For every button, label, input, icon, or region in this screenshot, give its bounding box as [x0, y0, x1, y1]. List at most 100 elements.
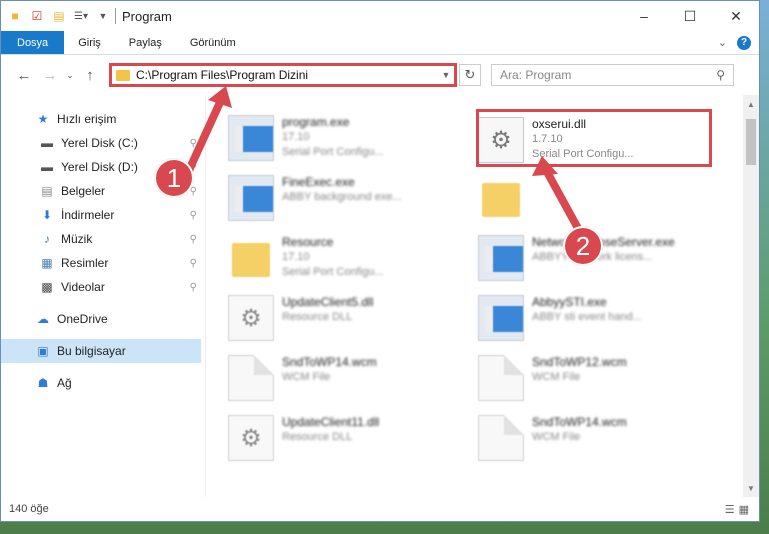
scroll-up-icon[interactable]: ▲ [743, 97, 759, 111]
minimize-button[interactable]: – [621, 1, 667, 31]
title-separator [115, 8, 116, 24]
sidebar-item-drive-c[interactable]: ▬ Yerel Disk (C:) ⚲ [1, 131, 205, 155]
sidebar-item-label: Bu bilgisayar [57, 344, 126, 358]
file-version: 17.10 [282, 251, 310, 263]
tab-share[interactable]: Paylaş [115, 31, 176, 54]
window-title: Program [122, 8, 172, 24]
file-name: NetworkLicenseServer.exe [532, 235, 675, 249]
sidebar-item-label: Resimler [61, 256, 109, 270]
file-item[interactable]: AbbyySTI.exe ABBY sti event hand... [478, 289, 718, 347]
video-icon: ▩ [41, 280, 53, 294]
search-icon[interactable]: ⚲ [716, 68, 725, 82]
sidebar-item-label: Hızlı erişim [57, 112, 117, 126]
title-bar: ■ ☑ ▤ ☰▾ ▼ Program – ☐ ✕ [1, 1, 759, 31]
file-icon [228, 355, 274, 401]
details-view-icon[interactable]: ☰ [725, 503, 735, 516]
address-bar[interactable]: C:\Program Files\Program Dizini ▼ [109, 63, 457, 87]
selection-highlight [476, 109, 712, 167]
sidebar-item-label: Videolar [61, 280, 105, 294]
maximize-button[interactable]: ☐ [667, 1, 713, 31]
file-description: ABBY sti event hand... [532, 311, 642, 323]
drive-icon: ▬ [41, 136, 53, 150]
file-name: UpdateClient11.dll [282, 415, 380, 429]
file-description: Resource DLL [282, 311, 353, 323]
properties-icon[interactable]: ☑ [29, 8, 45, 24]
file-name: SndToWP14.wcm [282, 355, 377, 369]
sidebar-item-label: Müzik [61, 232, 93, 246]
sidebar-item-downloads[interactable]: ⬇ İndirmeler ⚲ [1, 203, 205, 227]
file-name: SndToWP14.wcm [532, 415, 627, 429]
file-icon [478, 355, 524, 401]
view-switcher: ☰ ▦ [725, 503, 749, 516]
pin-icon[interactable]: ⚲ [190, 210, 197, 221]
sidebar-item-this-pc[interactable]: ▣ Bu bilgisayar [1, 339, 201, 363]
tab-home[interactable]: Giriş [64, 31, 115, 54]
file-description: WCM File [282, 371, 331, 383]
file-description: ABBY background exe... [282, 191, 402, 203]
chevron-down-icon[interactable]: ▼ [438, 70, 454, 80]
up-button[interactable]: ↑ [77, 62, 103, 88]
sidebar-item-onedrive[interactable]: ☁ OneDrive [1, 307, 205, 331]
pin-icon[interactable]: ⚲ [190, 258, 197, 269]
navigation-pane: ★ Hızlı erişim ▬ Yerel Disk (C:) ⚲ ▬ Yer… [1, 95, 206, 497]
item-count: 140 öğe [9, 503, 49, 515]
folder-icon [228, 235, 274, 281]
back-button[interactable]: ← [11, 62, 37, 88]
search-box[interactable]: Ara: Program ⚲ [491, 64, 734, 86]
file-item[interactable]: SndToWP14.wcm WCM File [228, 349, 468, 407]
file-item[interactable]: FineExec.exe ABBY background exe... [228, 169, 468, 227]
pin-icon[interactable]: ⚲ [190, 234, 197, 245]
file-item[interactable]: SndToWP12.wcm WCM File [478, 349, 718, 407]
sidebar-item-videos[interactable]: ▩ Videolar ⚲ [1, 275, 205, 299]
file-item[interactable]: SndToWP14.wcm WCM File [478, 409, 718, 467]
expand-ribbon-icon[interactable]: ⌄ [718, 36, 727, 49]
tab-file[interactable]: Dosya [1, 31, 65, 54]
customize-toolbar-icon[interactable]: ▼ [95, 8, 111, 24]
file-item[interactable]: Resource 17.10 Serial Port Configu... [228, 229, 468, 287]
file-item[interactable]: ⚙ UpdateClient11.dll Resource DLL [228, 409, 468, 467]
file-description: Serial Port Configu... [282, 266, 384, 278]
file-item[interactable]: . [478, 169, 718, 227]
file-name: AbbyySTI.exe [532, 295, 607, 309]
sidebar-item-label: Ağ [57, 376, 72, 390]
sidebar-item-network[interactable]: ☗ Ağ [1, 371, 205, 395]
help-icon[interactable]: ? [737, 35, 751, 50]
file-description: WCM File [532, 431, 581, 443]
file-description: Resource DLL [282, 431, 353, 443]
exe-icon [228, 115, 274, 161]
address-path[interactable]: C:\Program Files\Program Dizini [136, 68, 438, 82]
explorer-window: ■ ☑ ▤ ☰▾ ▼ Program – ☐ ✕ Dosya Giriş Pay… [0, 0, 760, 522]
file-item[interactable]: ⚙ UpdateClient5.dll Resource DLL [228, 289, 468, 347]
sidebar-item-music[interactable]: ♪ Müzik ⚲ [1, 227, 205, 251]
search-placeholder[interactable]: Ara: Program [500, 68, 571, 82]
file-name: SndToWP12.wcm [532, 355, 627, 369]
sidebar-item-pictures[interactable]: ▦ Resimler ⚲ [1, 251, 205, 275]
sidebar-item-quick-access[interactable]: ★ Hızlı erişim [1, 107, 205, 131]
pin-icon[interactable]: ⚲ [190, 138, 197, 149]
view-options-icon[interactable]: ☰▾ [73, 8, 89, 24]
star-icon: ★ [37, 112, 49, 126]
main-area: ★ Hızlı erişim ▬ Yerel Disk (C:) ⚲ ▬ Yer… [1, 95, 759, 497]
tab-view[interactable]: Görünüm [176, 31, 250, 54]
scroll-thumb[interactable] [746, 119, 756, 165]
pin-icon[interactable]: ⚲ [190, 282, 197, 293]
navigation-bar: ← → ⌄ ↑ C:\Program Files\Program Dizini … [1, 55, 759, 95]
new-folder-icon[interactable]: ▤ [51, 8, 67, 24]
file-name: UpdateClient5.dll [282, 295, 374, 309]
exe-icon [478, 235, 524, 281]
file-name: FineExec.exe [282, 175, 355, 189]
refresh-button[interactable]: ↻ [459, 64, 481, 86]
large-icons-view-icon[interactable]: ▦ [739, 503, 749, 516]
annotation-marker-2: 2 [563, 226, 603, 266]
file-description: ABBYY Network licens... [532, 251, 653, 263]
file-item[interactable]: program.exe 17.10 Serial Port Configu... [228, 109, 468, 167]
forward-button[interactable]: → [37, 62, 63, 88]
vertical-scrollbar[interactable]: ▲ ▼ [743, 95, 759, 497]
file-name: Resource [282, 235, 334, 249]
file-description: Serial Port Configu... [282, 146, 384, 158]
folder-icon [116, 69, 130, 81]
scroll-down-icon[interactable]: ▼ [743, 481, 759, 495]
close-button[interactable]: ✕ [713, 1, 759, 31]
documents-icon: ▤ [41, 184, 53, 198]
recent-locations-button[interactable]: ⌄ [63, 62, 77, 88]
